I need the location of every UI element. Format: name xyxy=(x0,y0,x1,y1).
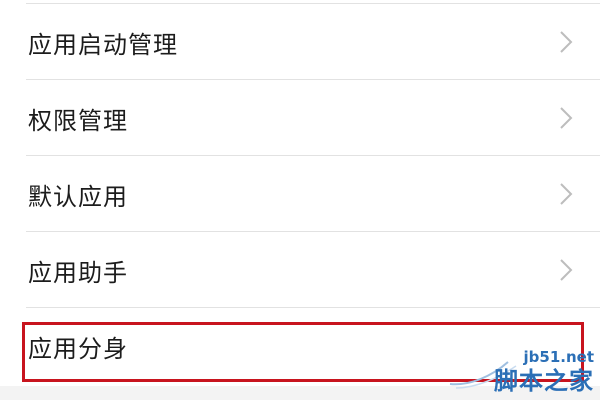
watermark-name: 脚本之家 xyxy=(494,367,594,395)
chevron-right-icon xyxy=(560,107,573,129)
chevron-right-icon xyxy=(560,183,573,205)
menu-item-label: 默认应用 xyxy=(28,182,128,211)
chevron-right-icon xyxy=(560,31,573,53)
watermark: jb51.net 脚本之家 xyxy=(426,346,596,396)
settings-screen: 应用启动管理 权限管理 默认应用 应用助手 应用分身 jb51.net 脚本之家 xyxy=(0,0,600,400)
menu-item-label: 应用分身 xyxy=(28,334,128,363)
menu-item-label: 应用助手 xyxy=(28,258,128,287)
settings-menu-list: 应用启动管理 权限管理 默认应用 应用助手 应用分身 xyxy=(0,4,600,384)
menu-item-permission-management[interactable]: 权限管理 xyxy=(0,80,600,156)
menu-item-label: 应用启动管理 xyxy=(28,30,178,59)
menu-item-default-apps[interactable]: 默认应用 xyxy=(0,156,600,232)
chevron-right-icon xyxy=(560,259,573,281)
menu-item-label: 权限管理 xyxy=(28,106,128,135)
menu-item-app-assistant[interactable]: 应用助手 xyxy=(0,232,600,308)
menu-item-app-launch-management[interactable]: 应用启动管理 xyxy=(0,4,600,80)
